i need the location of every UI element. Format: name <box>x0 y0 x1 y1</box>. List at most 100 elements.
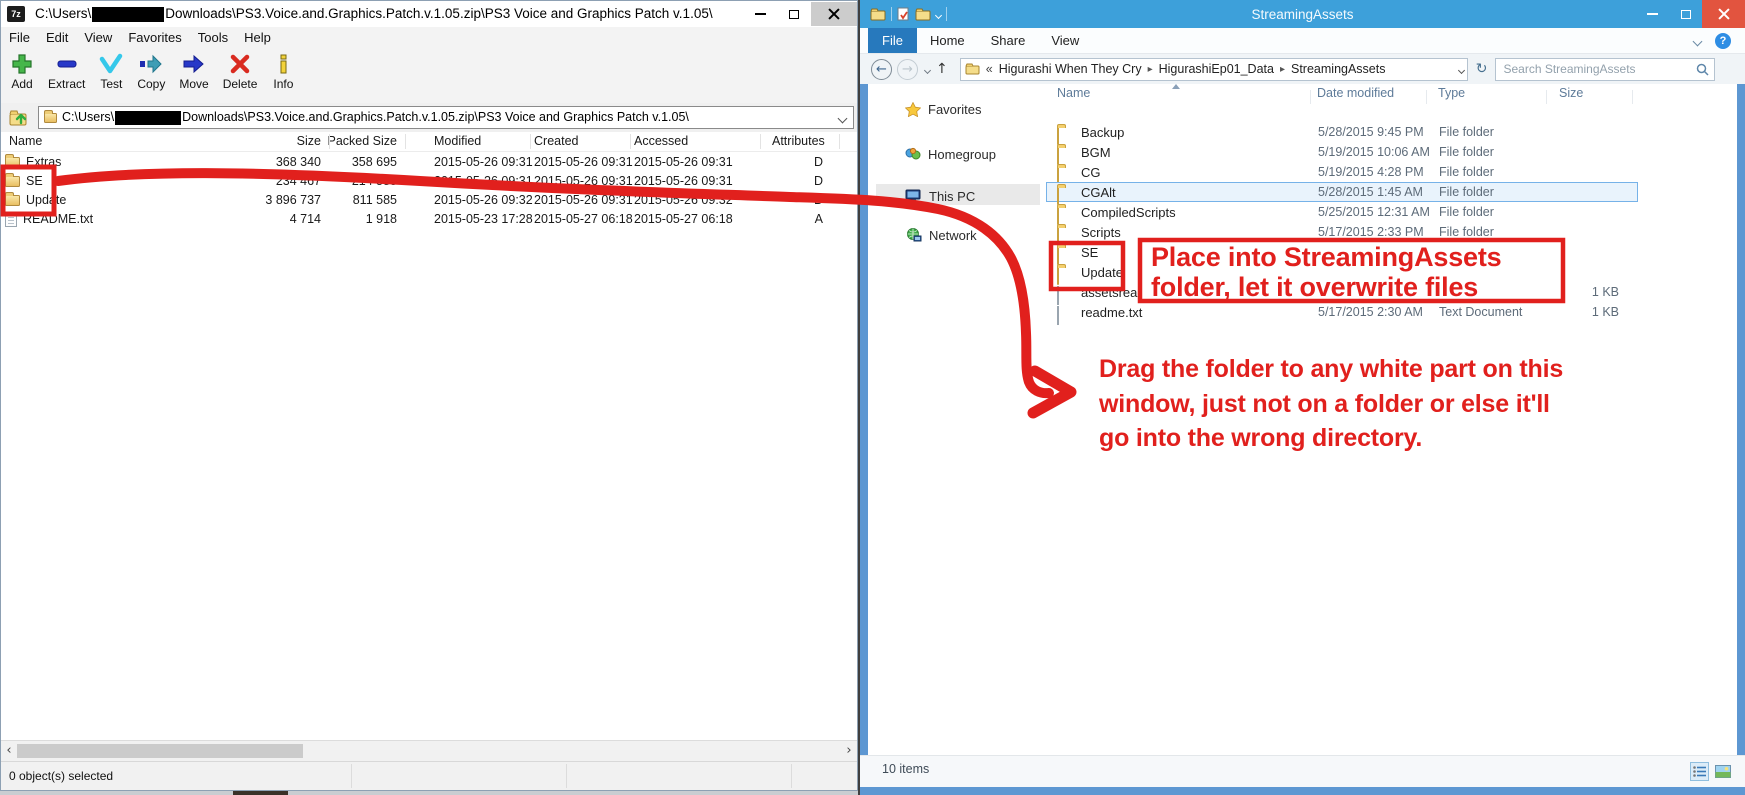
column-name[interactable]: Name <box>9 132 169 151</box>
breadcrumb-item[interactable]: HigurashiEp01_Data <box>1159 62 1274 76</box>
explorer-window-title: StreamingAssets <box>860 7 1745 22</box>
back-button[interactable]: ← <box>871 59 892 80</box>
cell-created: 2015-05-26 09:31 <box>534 172 636 191</box>
cell-accessed: 2015-05-26 09:31 <box>634 172 736 191</box>
add-icon <box>10 52 34 76</box>
close-button[interactable] <box>1702 0 1745 28</box>
breadcrumb-overflow[interactable]: « <box>986 62 993 76</box>
tab-home[interactable]: Home <box>917 28 978 53</box>
move-button[interactable]: Move <box>172 48 215 91</box>
folder-up-icon <box>8 108 30 128</box>
qat-folder-icon[interactable] <box>870 8 886 21</box>
explorer-status-bar: 10 items <box>860 755 1745 787</box>
crumb-separator-icon: ▸ <box>1148 64 1153 75</box>
file-row-se[interactable]: SE 234 467 214 585 2015-05-26 09:31 2015… <box>1 172 855 191</box>
list-row-readme[interactable]: readme.txt 5/17/2015 2:30 AM Text Docume… <box>1046 302 1638 322</box>
sidebar-item-network[interactable]: Network <box>905 225 977 245</box>
tab-file[interactable]: File <box>868 28 917 53</box>
menu-edit[interactable]: Edit <box>38 30 76 45</box>
extract-icon <box>55 52 79 76</box>
minimize-button[interactable] <box>743 2 777 26</box>
column-type[interactable]: Type <box>1438 86 1465 100</box>
list-row-compiledscripts[interactable]: CompiledScripts 5/25/2015 12:31 AM File … <box>1046 202 1638 222</box>
tab-share[interactable]: Share <box>978 28 1039 53</box>
maximize-button[interactable] <box>777 2 811 26</box>
up-level-button[interactable] <box>4 105 34 130</box>
up-button[interactable]: ↑ <box>936 61 948 77</box>
search-input[interactable] <box>1501 61 1696 77</box>
text-file-icon <box>5 213 17 227</box>
file-row-update[interactable]: Update 3 896 737 811 585 2015-05-26 09:3… <box>1 191 855 210</box>
close-button[interactable] <box>811 2 857 26</box>
7zip-list-header: Name Size Packed Size Modified Created A… <box>1 132 857 152</box>
column-created[interactable]: Created <box>534 132 636 151</box>
column-modified[interactable]: Modified <box>434 132 536 151</box>
column-name[interactable]: Name <box>1057 86 1090 100</box>
folder-icon <box>44 113 57 123</box>
column-accessed[interactable]: Accessed <box>634 132 736 151</box>
list-row-backup[interactable]: Backup 5/28/2015 9:45 PM File folder <box>1046 122 1638 142</box>
7zip-address-bar[interactable]: C:\Users\Downloads\PS3.Voice.and.Graphic… <box>38 106 854 129</box>
breadcrumb-item[interactable]: StreamingAssets <box>1291 62 1385 76</box>
breadcrumb-item[interactable]: Higurashi When They Cry <box>999 62 1142 76</box>
test-button[interactable]: Test <box>92 48 130 91</box>
qat-new-folder-icon[interactable] <box>915 8 931 21</box>
forward-button[interactable]: → <box>897 59 918 80</box>
horizontal-scrollbar[interactable]: ‹ › <box>1 740 857 761</box>
folder-icon <box>5 157 20 168</box>
ribbon-tabs: File Home Share View ? <box>860 28 1745 54</box>
info-button[interactable]: Info <box>264 48 302 91</box>
file-row-extras[interactable]: Extras 368 340 358 695 2015-05-26 09:31 … <box>1 153 855 172</box>
7zip-file-list: Name Size Packed Size Modified Created A… <box>1 132 857 740</box>
breadcrumb[interactable]: « Higurashi When They Cry ▸ HigurashiEp0… <box>960 58 1468 81</box>
thumbnails-view-button[interactable] <box>1713 762 1732 781</box>
qat-customize-icon[interactable] <box>936 5 941 23</box>
menu-tools[interactable]: Tools <box>190 30 236 45</box>
menu-help[interactable]: Help <box>236 30 279 45</box>
address-dropdown-icon[interactable] <box>1459 62 1464 76</box>
scroll-left-icon[interactable]: ‹ <box>1 741 17 761</box>
cell-packed: 811 585 <box>263 191 397 210</box>
copy-button[interactable]: Copy <box>130 48 172 91</box>
menu-favorites[interactable]: Favorites <box>120 30 189 45</box>
menu-view[interactable]: View <box>76 30 120 45</box>
file-row-readme[interactable]: README.txt 4 714 1 918 2015-05-23 17:28 … <box>1 210 855 229</box>
extract-button[interactable]: Extract <box>41 48 92 91</box>
column-attributes[interactable]: Attributes <box>772 132 852 151</box>
scroll-right-icon[interactable]: › <box>841 741 857 761</box>
search-box[interactable] <box>1495 58 1715 81</box>
details-view-button[interactable] <box>1690 762 1709 781</box>
cell-packed: 214 585 <box>263 172 397 191</box>
qat-properties-icon[interactable] <box>897 7 910 21</box>
list-row-scripts[interactable]: Scripts 5/17/2015 2:33 PM File folder <box>1046 222 1638 242</box>
cell-accessed: 2015-05-26 09:31 <box>634 153 736 172</box>
move-icon <box>181 52 207 76</box>
cell-created: 2015-05-26 09:31 <box>534 191 636 210</box>
menu-file[interactable]: File <box>1 30 38 45</box>
cell-accessed: 2015-05-27 06:18 <box>634 210 736 229</box>
add-button[interactable]: Add <box>3 48 41 91</box>
7zip-address-row: C:\Users\Downloads\PS3.Voice.and.Graphic… <box>1 103 857 132</box>
recent-locations-icon[interactable] <box>925 60 930 78</box>
desktop: 7z C:\Users\Downloads\PS3.Voice.and.Grap… <box>0 0 1745 795</box>
maximize-button[interactable] <box>1669 0 1702 28</box>
scrollbar-thumb[interactable] <box>17 744 303 758</box>
sidebar-item-this-pc[interactable]: This PC <box>905 186 975 206</box>
homegroup-icon <box>905 147 921 161</box>
list-row-bgm[interactable]: BGM 5/19/2015 10:06 AM File folder <box>1046 142 1638 162</box>
column-size[interactable]: Size <box>1559 86 1583 100</box>
column-packed-size[interactable]: Packed Size <box>263 132 397 151</box>
column-date-modified[interactable]: Date modified <box>1317 86 1394 100</box>
minimize-button[interactable] <box>1636 0 1669 28</box>
tab-view[interactable]: View <box>1038 28 1092 53</box>
window-controls <box>1636 0 1745 28</box>
list-row-cgalt-selected[interactable]: CGAlt 5/28/2015 1:45 AM File folder <box>1046 182 1638 202</box>
help-icon[interactable]: ? <box>1715 33 1731 49</box>
sidebar-item-homegroup[interactable]: Homegroup <box>905 144 996 164</box>
ribbon-expand-icon[interactable] <box>1694 33 1701 48</box>
folder-icon <box>5 195 20 206</box>
address-dropdown-icon[interactable] <box>835 111 850 125</box>
delete-button[interactable]: Delete <box>216 48 265 91</box>
list-row-cg[interactable]: CG 5/19/2015 4:28 PM File folder <box>1046 162 1638 182</box>
refresh-icon[interactable]: ↻ <box>1476 61 1488 77</box>
